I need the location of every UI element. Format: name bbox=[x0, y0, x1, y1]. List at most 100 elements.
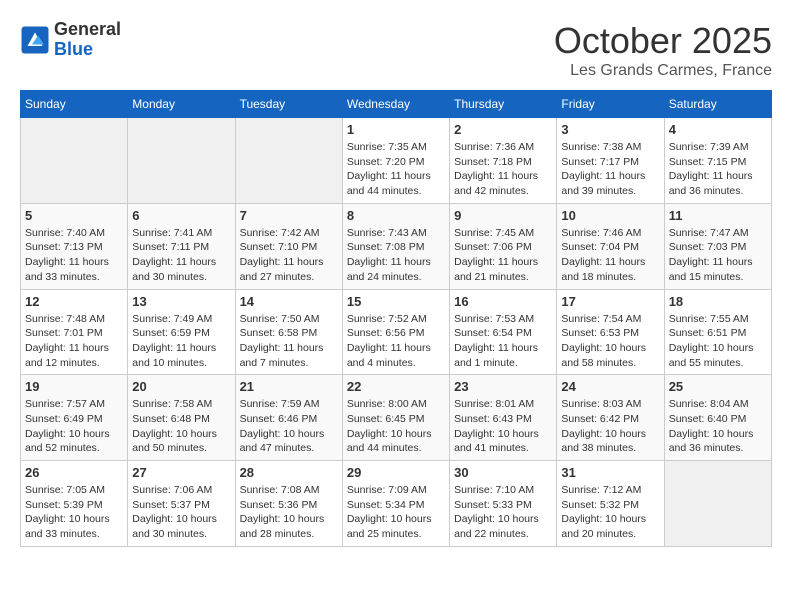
calendar-cell: 5 Sunrise: 7:40 AM Sunset: 7:13 PM Daylig… bbox=[21, 203, 128, 289]
calendar-cell: 19Sunrise: 7:57 AM Sunset: 6:49 PM Dayli… bbox=[21, 375, 128, 461]
calendar-cell: 27 Sunrise: 7:06 AM Sunset: 5:37 PM Dayli… bbox=[128, 461, 235, 547]
calendar-cell: 25 Sunrise: 8:04 AM Sunset: 6:40 PM Dayli… bbox=[664, 375, 771, 461]
day-number: 4 bbox=[669, 122, 767, 137]
day-info: Sunrise: 8:01 AM Sunset: 6:43 PM Dayligh… bbox=[454, 397, 552, 456]
day-number: 14 bbox=[240, 294, 338, 309]
day-number: 12 bbox=[25, 294, 123, 309]
day-number: 21 bbox=[240, 379, 338, 394]
day-number: 15 bbox=[347, 294, 445, 309]
calendar-cell bbox=[21, 118, 128, 204]
weekday-header-row: SundayMondayTuesdayWednesdayThursdayFrid… bbox=[21, 91, 772, 118]
calendar-title: October 2025 bbox=[554, 20, 772, 62]
calendar-cell: 18 Sunrise: 7:55 AM Sunset: 6:51 PM Dayli… bbox=[664, 289, 771, 375]
day-number: 25 bbox=[669, 379, 767, 394]
calendar-cell: 8Sunrise: 7:43 AM Sunset: 7:08 PM Daylig… bbox=[342, 203, 449, 289]
day-number: 24 bbox=[561, 379, 659, 394]
day-number: 26 bbox=[25, 465, 123, 480]
day-info: Sunrise: 7:40 AM Sunset: 7:13 PM Dayligh… bbox=[25, 226, 123, 285]
day-number: 27 bbox=[132, 465, 230, 480]
weekday-header-monday: Monday bbox=[128, 91, 235, 118]
day-info: Sunrise: 7:54 AM Sunset: 6:53 PM Dayligh… bbox=[561, 312, 659, 371]
day-info: Sunrise: 7:46 AM Sunset: 7:04 PM Dayligh… bbox=[561, 226, 659, 285]
logo: General Blue bbox=[20, 20, 121, 60]
day-number: 30 bbox=[454, 465, 552, 480]
calendar-cell: 3 Sunrise: 7:38 AM Sunset: 7:17 PM Daylig… bbox=[557, 118, 664, 204]
day-info: Sunrise: 7:35 AM Sunset: 7:20 PM Dayligh… bbox=[347, 140, 445, 199]
logo-blue-text: Blue bbox=[54, 40, 121, 60]
day-info: Sunrise: 7:39 AM Sunset: 7:15 PM Dayligh… bbox=[669, 140, 767, 199]
weekday-header-sunday: Sunday bbox=[21, 91, 128, 118]
calendar-cell: 23Sunrise: 8:01 AM Sunset: 6:43 PM Dayli… bbox=[450, 375, 557, 461]
calendar-cell: 28 Sunrise: 7:08 AM Sunset: 5:36 PM Dayli… bbox=[235, 461, 342, 547]
logo-icon bbox=[20, 25, 50, 55]
day-info: Sunrise: 7:47 AM Sunset: 7:03 PM Dayligh… bbox=[669, 226, 767, 285]
day-number: 16 bbox=[454, 294, 552, 309]
weekday-header-friday: Friday bbox=[557, 91, 664, 118]
calendar-week-row: 26 Sunrise: 7:05 AM Sunset: 5:39 PM Dayli… bbox=[21, 461, 772, 547]
day-number: 1 bbox=[347, 122, 445, 137]
day-info: Sunrise: 7:12 AM Sunset: 5:32 PM Dayligh… bbox=[561, 483, 659, 542]
calendar-cell: 26 Sunrise: 7:05 AM Sunset: 5:39 PM Dayli… bbox=[21, 461, 128, 547]
calendar-cell: 21 Sunrise: 7:59 AM Sunset: 6:46 PM Dayli… bbox=[235, 375, 342, 461]
day-number: 28 bbox=[240, 465, 338, 480]
day-info: Sunrise: 7:09 AM Sunset: 5:34 PM Dayligh… bbox=[347, 483, 445, 542]
day-info: Sunrise: 7:59 AM Sunset: 6:46 PM Dayligh… bbox=[240, 397, 338, 456]
calendar-cell: 24 Sunrise: 8:03 AM Sunset: 6:42 PM Dayli… bbox=[557, 375, 664, 461]
day-number: 18 bbox=[669, 294, 767, 309]
day-info: Sunrise: 7:05 AM Sunset: 5:39 PM Dayligh… bbox=[25, 483, 123, 542]
calendar-cell: 7Sunrise: 7:42 AM Sunset: 7:10 PM Daylig… bbox=[235, 203, 342, 289]
day-info: Sunrise: 7:42 AM Sunset: 7:10 PM Dayligh… bbox=[240, 226, 338, 285]
calendar-location: Les Grands Carmes, France bbox=[554, 62, 772, 80]
day-info: Sunrise: 8:04 AM Sunset: 6:40 PM Dayligh… bbox=[669, 397, 767, 456]
calendar-cell: 31 Sunrise: 7:12 AM Sunset: 5:32 PM Dayli… bbox=[557, 461, 664, 547]
calendar-week-row: 12 Sunrise: 7:48 AM Sunset: 7:01 PM Dayli… bbox=[21, 289, 772, 375]
calendar-week-row: 19Sunrise: 7:57 AM Sunset: 6:49 PM Dayli… bbox=[21, 375, 772, 461]
calendar-table: SundayMondayTuesdayWednesdayThursdayFrid… bbox=[20, 90, 772, 547]
day-info: Sunrise: 7:38 AM Sunset: 7:17 PM Dayligh… bbox=[561, 140, 659, 199]
day-number: 6 bbox=[132, 208, 230, 223]
day-number: 11 bbox=[669, 208, 767, 223]
calendar-cell: 22 Sunrise: 8:00 AM Sunset: 6:45 PM Dayli… bbox=[342, 375, 449, 461]
weekday-header-wednesday: Wednesday bbox=[342, 91, 449, 118]
day-number: 3 bbox=[561, 122, 659, 137]
day-number: 5 bbox=[25, 208, 123, 223]
calendar-cell bbox=[664, 461, 771, 547]
page-header: General Blue October 2025 Les Grands Car… bbox=[20, 20, 772, 80]
day-info: Sunrise: 8:00 AM Sunset: 6:45 PM Dayligh… bbox=[347, 397, 445, 456]
day-number: 31 bbox=[561, 465, 659, 480]
day-info: Sunrise: 7:50 AM Sunset: 6:58 PM Dayligh… bbox=[240, 312, 338, 371]
day-info: Sunrise: 7:48 AM Sunset: 7:01 PM Dayligh… bbox=[25, 312, 123, 371]
logo-text: General Blue bbox=[54, 20, 121, 60]
calendar-cell bbox=[235, 118, 342, 204]
day-info: Sunrise: 7:55 AM Sunset: 6:51 PM Dayligh… bbox=[669, 312, 767, 371]
calendar-cell: 30 Sunrise: 7:10 AM Sunset: 5:33 PM Dayli… bbox=[450, 461, 557, 547]
calendar-cell: 20Sunrise: 7:58 AM Sunset: 6:48 PM Dayli… bbox=[128, 375, 235, 461]
calendar-cell: 15Sunrise: 7:52 AM Sunset: 6:56 PM Dayli… bbox=[342, 289, 449, 375]
calendar-cell: 13Sunrise: 7:49 AM Sunset: 6:59 PM Dayli… bbox=[128, 289, 235, 375]
title-block: October 2025 Les Grands Carmes, France bbox=[554, 20, 772, 80]
day-number: 22 bbox=[347, 379, 445, 394]
day-info: Sunrise: 8:03 AM Sunset: 6:42 PM Dayligh… bbox=[561, 397, 659, 456]
day-info: Sunrise: 7:36 AM Sunset: 7:18 PM Dayligh… bbox=[454, 140, 552, 199]
day-info: Sunrise: 7:08 AM Sunset: 5:36 PM Dayligh… bbox=[240, 483, 338, 542]
calendar-cell: 17 Sunrise: 7:54 AM Sunset: 6:53 PM Dayli… bbox=[557, 289, 664, 375]
calendar-cell: 6Sunrise: 7:41 AM Sunset: 7:11 PM Daylig… bbox=[128, 203, 235, 289]
calendar-cell: 29 Sunrise: 7:09 AM Sunset: 5:34 PM Dayli… bbox=[342, 461, 449, 547]
calendar-cell: 16Sunrise: 7:53 AM Sunset: 6:54 PM Dayli… bbox=[450, 289, 557, 375]
calendar-cell: 10 Sunrise: 7:46 AM Sunset: 7:04 PM Dayli… bbox=[557, 203, 664, 289]
calendar-cell: 1 Sunrise: 7:35 AM Sunset: 7:20 PM Daylig… bbox=[342, 118, 449, 204]
day-info: Sunrise: 7:45 AM Sunset: 7:06 PM Dayligh… bbox=[454, 226, 552, 285]
calendar-cell: 11 Sunrise: 7:47 AM Sunset: 7:03 PM Dayli… bbox=[664, 203, 771, 289]
logo-general-text: General bbox=[54, 20, 121, 40]
calendar-week-row: 5 Sunrise: 7:40 AM Sunset: 7:13 PM Daylig… bbox=[21, 203, 772, 289]
day-info: Sunrise: 7:06 AM Sunset: 5:37 PM Dayligh… bbox=[132, 483, 230, 542]
day-number: 29 bbox=[347, 465, 445, 480]
day-info: Sunrise: 7:10 AM Sunset: 5:33 PM Dayligh… bbox=[454, 483, 552, 542]
weekday-header-saturday: Saturday bbox=[664, 91, 771, 118]
calendar-cell: 2Sunrise: 7:36 AM Sunset: 7:18 PM Daylig… bbox=[450, 118, 557, 204]
day-info: Sunrise: 7:57 AM Sunset: 6:49 PM Dayligh… bbox=[25, 397, 123, 456]
day-number: 10 bbox=[561, 208, 659, 223]
calendar-cell: 12 Sunrise: 7:48 AM Sunset: 7:01 PM Dayli… bbox=[21, 289, 128, 375]
calendar-cell bbox=[128, 118, 235, 204]
day-number: 17 bbox=[561, 294, 659, 309]
